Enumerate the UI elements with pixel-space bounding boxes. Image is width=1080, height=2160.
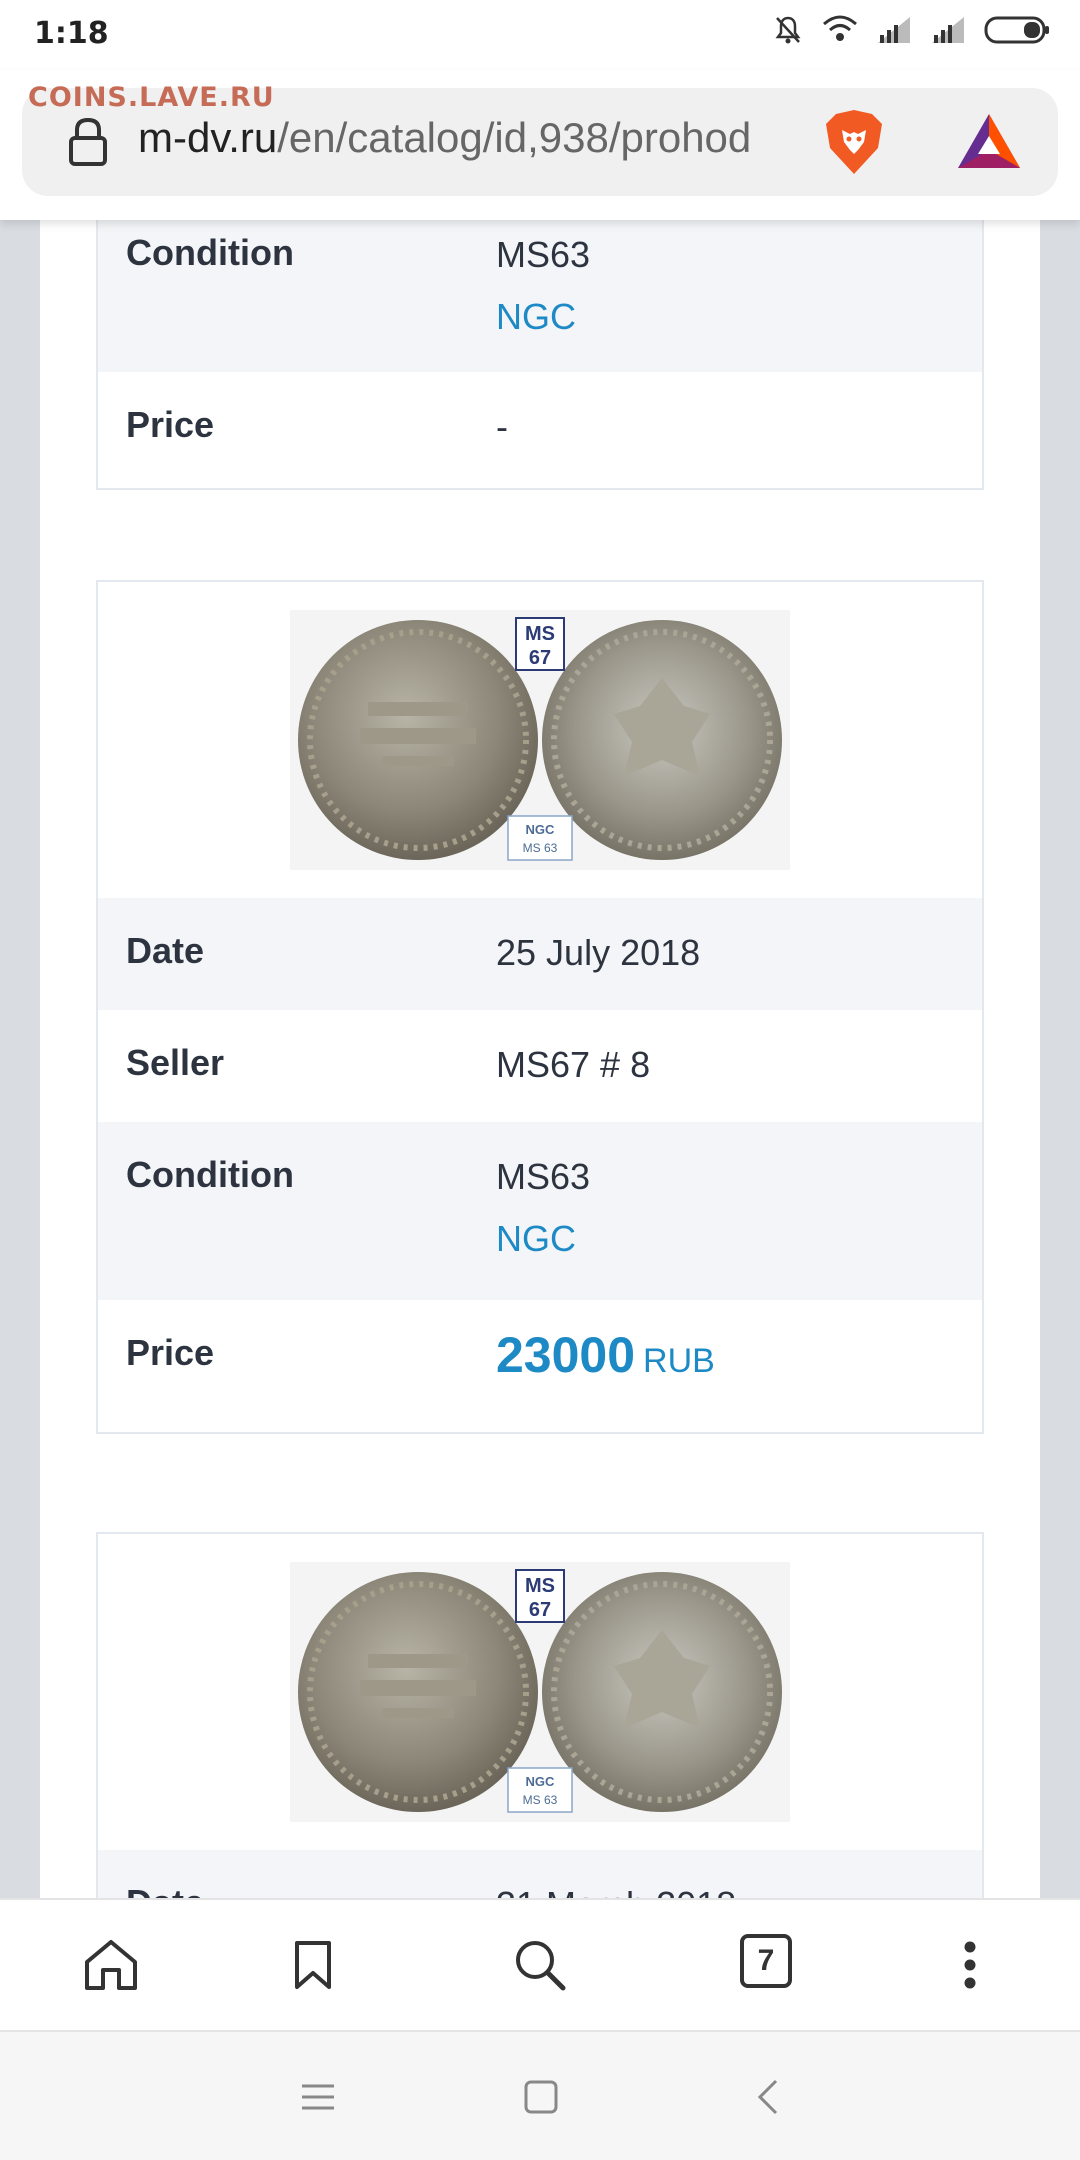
seller-value: MS67 # 8 <box>496 1044 651 1085</box>
slab-badge-line2: 67 <box>529 647 551 669</box>
menu-icon[interactable] <box>300 2082 336 2112</box>
condition-value: MS63 NGC <box>496 224 590 348</box>
date-row: Date 31 March 2018 <box>98 1850 982 1898</box>
search-icon <box>516 1941 566 1991</box>
sale-record-card: MS 67 NGC MS 63 Date 25 July 2018 Seller… <box>96 580 984 1434</box>
url-domain: m-dv.ru <box>138 114 278 161</box>
wifi-icon <box>823 15 857 41</box>
watermark-text: COINS.LAVE.RU <box>28 82 275 113</box>
condition-grade: MS63 <box>496 234 591 275</box>
bell-muted-icon <box>775 16 801 44</box>
more-vert-icon <box>964 1941 976 1989</box>
date-value: 31 March 2018 <box>496 1874 736 1898</box>
seller-label: Seller <box>126 1042 225 1083</box>
home-icon <box>85 1940 137 1990</box>
date-value: 25 July 2018 <box>496 932 701 973</box>
slab-badge-line1: MS <box>525 623 555 645</box>
price-label: Price <box>126 404 215 445</box>
grader-link[interactable]: NGC <box>496 286 590 348</box>
browser-bottom-toolbar: 7 <box>0 1898 1080 2030</box>
home-square-icon[interactable] <box>524 2080 558 2114</box>
condition-value: MS63 NGC <box>496 1146 590 1270</box>
page-content: Condition MS63 NGC Price - MS 67 NGC MS … <box>40 220 1040 1898</box>
bookmarks-button[interactable] <box>278 1930 348 2000</box>
condition-grade: MS63 <box>496 1156 591 1197</box>
sale-record-card: Condition MS63 NGC Price - <box>96 220 984 490</box>
price-value: - <box>496 406 508 447</box>
signal-icon-2 <box>932 17 964 43</box>
price-amount: 23000 <box>496 1327 636 1383</box>
bookmark-icon <box>295 1941 331 1989</box>
status-icons <box>772 14 1050 46</box>
coin-photo[interactable]: MS 67 NGC MS 63 <box>290 610 790 870</box>
signal-icon-1 <box>878 17 910 43</box>
price-currency: RUB <box>643 1342 715 1380</box>
seller-row: Seller MS67 # 8 <box>98 1010 982 1122</box>
ngc-label-line2: MS 63 <box>523 1793 558 1807</box>
page-viewport[interactable]: Condition MS63 NGC Price - MS 67 NGC MS … <box>0 220 1080 1898</box>
price-row: Price - <box>98 372 982 488</box>
tabs-button[interactable]: 7 <box>740 1934 792 1988</box>
price-row: Price 23000 RUB <box>98 1300 982 1432</box>
menu-button[interactable] <box>935 1930 1005 2000</box>
brave-shield-icon[interactable] <box>822 108 886 176</box>
ngc-label-line2: MS 63 <box>523 841 558 855</box>
slab-badge-line2: 67 <box>529 1599 551 1621</box>
condition-row: Condition MS63 NGC <box>98 1122 982 1300</box>
condition-label: Condition <box>126 232 294 273</box>
status-time: 1:18 <box>34 16 109 51</box>
price-value: 23000 RUB <box>496 1324 715 1392</box>
condition-row: Condition MS63 NGC <box>98 220 982 372</box>
sale-record-card: MS 67 NGC MS 63 Date 31 March 2018 <box>96 1532 984 1898</box>
url-text[interactable]: m-dv.ru/en/catalog/id,938/prohod <box>138 114 818 162</box>
status-bar: 1:18 <box>0 0 1080 70</box>
coin-photo[interactable]: MS 67 NGC MS 63 <box>290 1562 790 1822</box>
price-label: Price <box>126 1332 215 1373</box>
lock-icon[interactable] <box>66 116 110 168</box>
grader-link[interactable]: NGC <box>496 1208 590 1270</box>
slab-badge-line1: MS <box>525 1575 555 1597</box>
date-label: Date <box>126 930 205 971</box>
search-button[interactable] <box>505 1930 575 2000</box>
date-row: Date 25 July 2018 <box>98 898 982 1010</box>
url-path: /en/catalog/id,938/prohod <box>277 114 752 161</box>
ngc-label-line1: NGC <box>526 822 556 837</box>
date-label: Date <box>126 1874 496 1898</box>
battery-icon <box>984 16 1049 44</box>
home-button[interactable] <box>76 1930 146 2000</box>
ngc-label-line1: NGC <box>526 1774 556 1789</box>
system-navigation-bar <box>0 2030 1080 2160</box>
back-chevron-icon[interactable] <box>756 2078 780 2116</box>
condition-label: Condition <box>126 1154 294 1195</box>
bat-rewards-icon[interactable] <box>956 110 1022 172</box>
